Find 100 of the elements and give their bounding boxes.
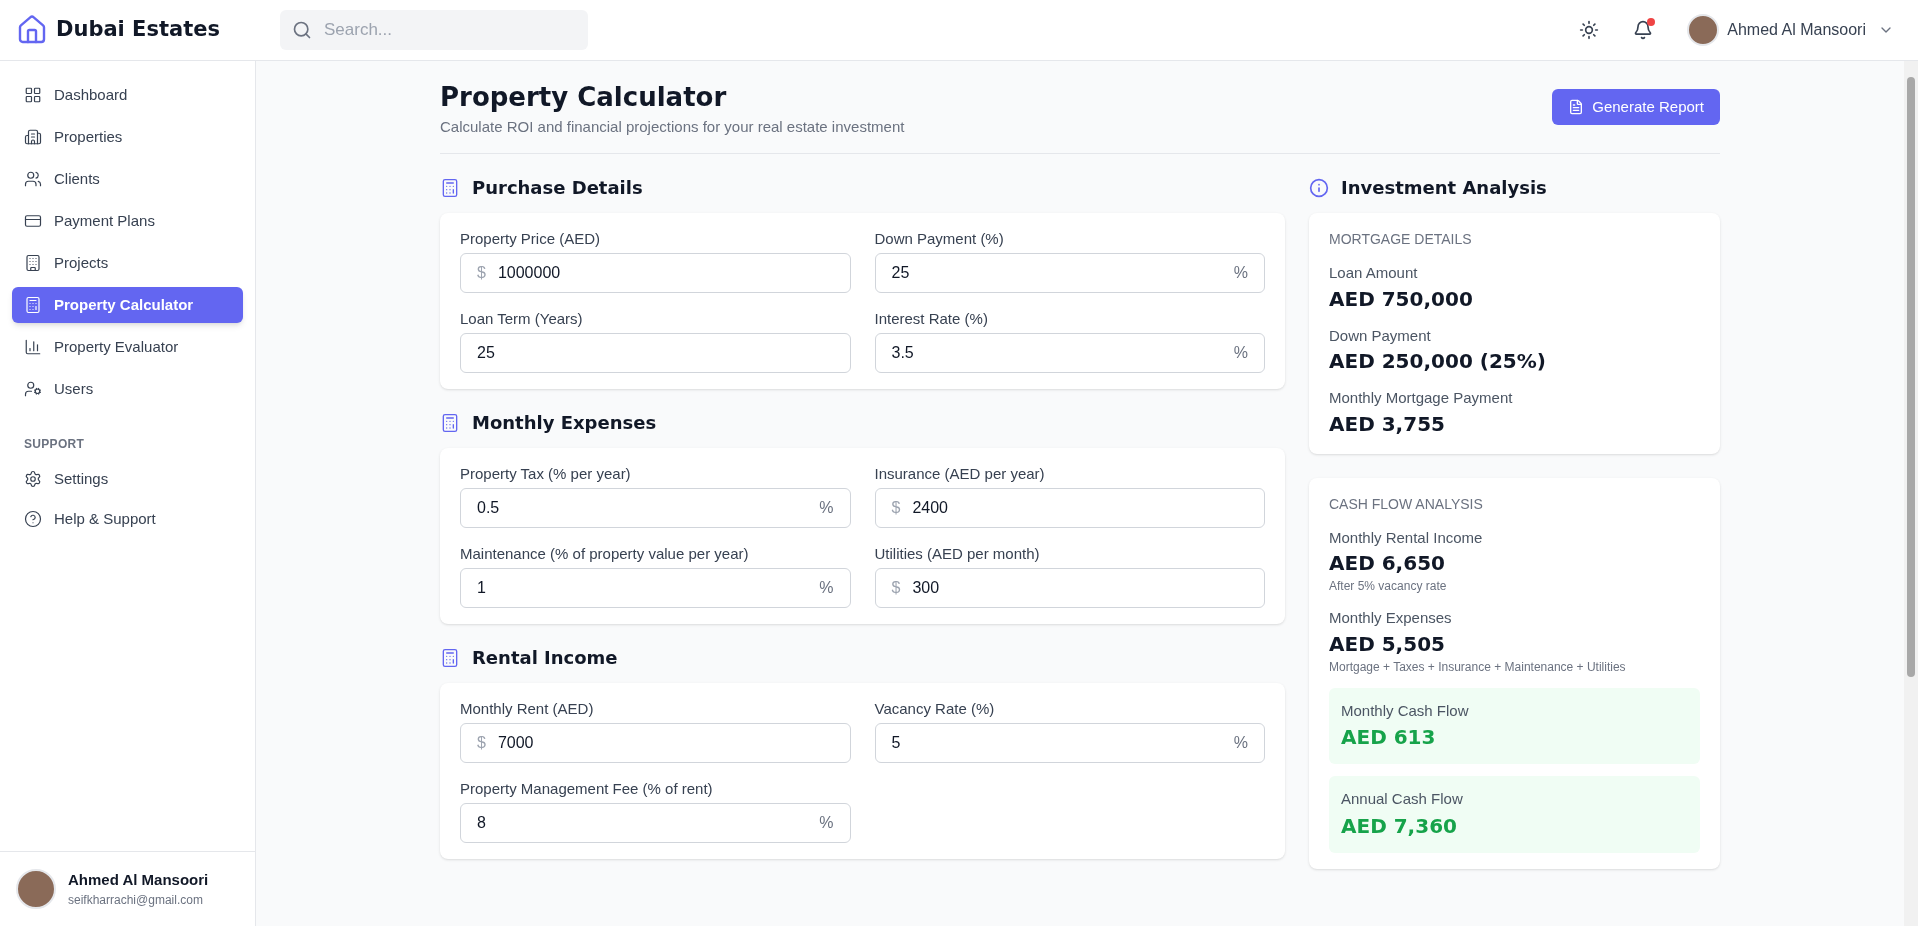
office-building-icon (24, 254, 42, 272)
percent-suffix: % (819, 578, 834, 598)
sidebar-item[interactable]: Help & Support (12, 501, 243, 537)
field-label: Monthly Rent (AED) (460, 699, 595, 719)
stat-label: Monthly Mortgage Payment (1329, 388, 1514, 408)
dollar-prefix: $ (891, 578, 901, 598)
field-label: Down Payment (%) (874, 229, 1005, 249)
field-value: 7000 (497, 733, 535, 753)
percent-suffix: % (819, 813, 834, 833)
dollar-prefix: $ (477, 733, 486, 753)
grid-icon (24, 86, 42, 104)
sun-icon[interactable] (1579, 20, 1600, 40)
field-label: Interest Rate (%) (874, 309, 989, 329)
sidebar-item[interactable]: Property Evaluator (12, 329, 243, 365)
input-field[interactable]: 25 % (874, 253, 1265, 293)
field-label: Loan Term (Years) (460, 309, 584, 329)
sidebar-item[interactable]: Payment Plans (12, 203, 243, 239)
stat-label: Monthly Rental Income (1329, 527, 1484, 548)
sidebar-item[interactable]: Clients (12, 161, 243, 197)
bar-chart-icon (24, 338, 42, 356)
dollar-prefix: $ (891, 498, 901, 518)
bell-icon (1633, 20, 1654, 40)
scrollbar[interactable] (1904, 61, 1918, 926)
field-value: 3.5 (891, 343, 915, 363)
field-label: Vacancy Rate (%) (874, 699, 996, 719)
field-label: Property Price (AED) (460, 229, 602, 249)
calculator-icon (440, 412, 460, 433)
stat-value: AED 613 (1341, 724, 1437, 751)
stat-value: AED 7,360 (1341, 812, 1458, 840)
card-heading: MORTGAGE DETAILS (1329, 230, 1473, 249)
input-field[interactable]: 8 % (460, 803, 851, 843)
field-value: 25 (891, 263, 911, 283)
stat-note: Mortgage + Taxes + Insurance + Maintenance + Utilities (1329, 658, 1627, 676)
input-field[interactable]: 3.5 % (874, 333, 1265, 373)
percent-suffix: % (1233, 263, 1248, 283)
section-title: Monthly Expenses (472, 411, 657, 435)
brand-name: Dubai Estates (56, 16, 220, 44)
search-icon (292, 20, 312, 40)
input-field[interactable]: 1 % (460, 568, 851, 608)
field-value: 25 (477, 343, 496, 363)
building-icon (24, 128, 42, 146)
field-value: 2400 (912, 498, 949, 518)
section-title: Purchase Details (472, 176, 643, 200)
stat-value: AED 3,755 (1329, 410, 1446, 438)
scrollbar-thumb[interactable] (1907, 77, 1915, 677)
card-heading: CASH FLOW ANALYSIS (1329, 494, 1484, 514)
user-gear-icon (24, 380, 42, 398)
field-label: Property Management Fee (% of rent) (460, 779, 714, 799)
sidebar-item[interactable]: Projects (12, 245, 243, 281)
percent-suffix: % (1233, 733, 1248, 753)
stat-value: AED 6,650 (1329, 550, 1446, 577)
sidebar-item[interactable]: Properties (12, 119, 243, 155)
stat-label: Monthly Expenses (1329, 608, 1453, 628)
input-field[interactable]: $ 7000 (460, 723, 851, 763)
stat-label: Loan Amount (1329, 263, 1419, 283)
input-field[interactable]: $ 2400 (874, 488, 1265, 528)
user-email: seifkharrachi@gmail.com (68, 892, 204, 910)
sidebar-item[interactable]: Property Calculator (12, 287, 243, 323)
field-value: 1000000 (497, 263, 562, 283)
sidebar-item[interactable]: Settings (12, 461, 243, 497)
help-icon (24, 510, 42, 528)
sidebar-item[interactable]: Dashboard (12, 77, 243, 113)
card-icon (24, 212, 42, 230)
section-title: Rental Income (472, 646, 618, 670)
stat-note: After 5% vacancy rate (1329, 578, 1448, 595)
dollar-prefix: $ (477, 263, 486, 283)
stat-label: Annual Cash Flow (1341, 789, 1464, 809)
input-field[interactable]: $ 1000000 (460, 253, 851, 293)
section-heading: SUPPORT (23, 436, 86, 453)
field-label: Property Tax (% per year) (460, 464, 632, 484)
calculator-icon (24, 296, 42, 314)
user-name: Ahmed Al Mansoori (68, 869, 209, 890)
stat-value: AED 5,505 (1329, 630, 1446, 658)
info-icon (1309, 177, 1329, 198)
stat-value: AED 750,000 (1329, 285, 1474, 313)
stat-value: AED 250,000 (25%) (1329, 348, 1547, 375)
percent-suffix: % (819, 498, 834, 518)
settings-icon (24, 470, 42, 488)
field-value: 300 (912, 578, 941, 598)
input-field[interactable]: 5 % (874, 723, 1265, 763)
sidebar-item[interactable]: Users (12, 371, 243, 407)
avatar-photo-placeholder (16, 869, 56, 909)
input-field[interactable]: 25 (460, 333, 851, 373)
input-field[interactable]: $ 300 (874, 568, 1265, 608)
input-field[interactable]: 0.5 % (460, 488, 851, 528)
calculator-icon (440, 647, 460, 668)
field-value: 1 (477, 578, 487, 598)
generate-report-button[interactable]: Generate Report (1552, 89, 1720, 125)
field-value: 8 (477, 813, 487, 833)
user-name[interactable]: Ahmed Al Mansoori (1727, 18, 1866, 42)
field-label: Maintenance (% of property value per year) (460, 544, 750, 564)
field-value: 0.5 (477, 498, 501, 518)
field-value: 5 (891, 733, 902, 753)
page-subtitle: Calculate ROI and financial projections for your real estate investment (440, 117, 905, 137)
document-icon (1568, 99, 1585, 115)
stat-label: Monthly Cash Flow (1341, 700, 1470, 721)
users-icon (24, 170, 42, 188)
section-title: Investment Analysis (1341, 176, 1547, 200)
page-title: Property Calculator (440, 81, 728, 113)
avatar-photo-placeholder (1687, 14, 1720, 46)
